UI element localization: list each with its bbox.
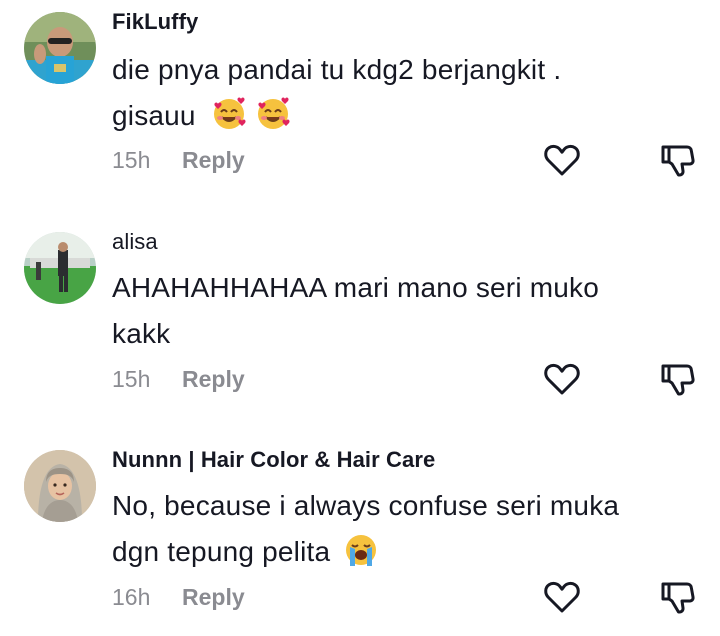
comment-meta: 16h Reply [112,584,245,611]
comment-text-line: AHAHAHHAHAA mari mano seri muko [112,272,599,303]
dislike-button[interactable] [658,140,698,180]
heart-outline-icon [544,581,580,613]
comment-text: AHAHAHHAHAA mari mano seri muko kakk [112,265,692,357]
comment-username[interactable]: FikLuffy [112,9,198,35]
heart-outline-icon [544,363,580,395]
reply-button[interactable]: Reply [182,584,245,611]
thumbs-down-outline-icon [661,582,695,614]
comment-timestamp: 16h [112,584,151,610]
comment-text-line-with-emoji: gisauu [112,93,692,139]
smiling-face-with-hearts-icon [212,97,246,131]
comment-text-line: kakk [112,318,171,349]
comment-username[interactable]: Nunnn | Hair Color & Hair Care [112,447,435,473]
thumbs-down-outline-icon [661,145,695,177]
loudly-crying-face-icon [344,533,378,567]
reply-button[interactable]: Reply [182,366,245,393]
like-button[interactable] [542,359,582,399]
comment-text-line: No, because i always confuse seri muka [112,490,620,521]
comment-text-fragment: dgn tepung pelita [112,536,331,567]
avatar[interactable] [24,232,96,304]
dislike-button[interactable] [658,577,698,617]
comment-timestamp: 15h [112,366,151,392]
smiling-face-with-hearts-icon [256,97,290,131]
comment-username[interactable]: alisa [112,229,158,255]
heart-outline-icon [544,144,580,176]
like-button[interactable] [542,140,582,180]
comment-text-line: die pnya pandai tu kdg2 berjangkit . [112,54,562,85]
comment-timestamp: 15h [112,147,151,173]
like-button[interactable] [542,577,582,617]
comment-text: No, because i always confuse seri muka d… [112,483,692,575]
comment-text-fragment: gisauu [112,100,196,131]
dislike-button[interactable] [658,359,698,399]
thumbs-down-outline-icon [661,364,695,396]
reply-button[interactable]: Reply [182,147,245,174]
comment-meta: 15h Reply [112,366,245,393]
comment-meta: 15h Reply [112,147,245,174]
comment-text: die pnya pandai tu kdg2 berjangkit . gis… [112,47,692,139]
avatar[interactable] [24,12,96,84]
comment-text-line-with-emoji: dgn tepung pelita [112,529,692,575]
avatar[interactable] [24,450,96,522]
